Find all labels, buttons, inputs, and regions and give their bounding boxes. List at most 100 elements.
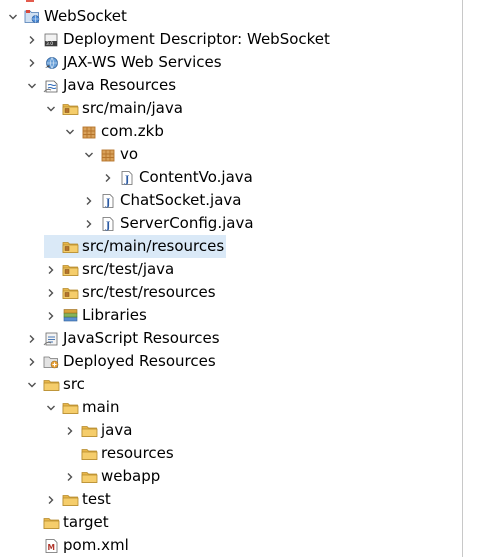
tree-item-label: test <box>82 490 111 508</box>
expand-chevron-icon[interactable] <box>44 281 58 304</box>
tree-item-deployment-descriptor[interactable]: 3.0 Deployment Descriptor: WebSocket <box>25 28 332 51</box>
collapse-chevron-icon[interactable] <box>6 5 20 28</box>
clipped-previous-row <box>26 0 34 2</box>
tree-item-label: java <box>101 421 133 439</box>
source-folder-icon <box>62 262 79 278</box>
folder-icon <box>43 515 60 531</box>
web-project-icon <box>24 9 41 25</box>
collapse-chevron-icon[interactable] <box>44 97 58 120</box>
tree-item-deployed-resources[interactable]: Deployed Resources <box>25 350 218 373</box>
tree-item-label: ChatSocket.java <box>120 191 242 209</box>
tree-item-src-main-resources[interactable]: src/main/resources <box>44 235 227 258</box>
source-folder-icon <box>62 101 79 117</box>
tree-item-label: com.zkb <box>101 122 164 140</box>
deployment-descriptor-icon: 3.0 <box>43 32 60 48</box>
expand-chevron-icon[interactable] <box>82 212 96 235</box>
tree-item-label: src <box>63 375 85 393</box>
tree-item-label: main <box>82 398 120 416</box>
tree-item-pom-xml[interactable]: Mpom.xml <box>25 534 131 557</box>
tree-item-chatsocket-java[interactable]: J ChatSocket.java <box>82 189 243 212</box>
package-icon <box>100 147 117 163</box>
svg-text:J: J <box>105 198 110 208</box>
tree-item-src-test-resources[interactable]: src/test/resources <box>44 281 218 304</box>
source-folder-icon <box>62 285 79 301</box>
expand-chevron-icon[interactable] <box>25 28 39 51</box>
tree-item-contentvo-java[interactable]: J ContentVo.java <box>101 166 255 189</box>
tree-item-serverconfig-java[interactable]: J ServerConfig.java <box>82 212 256 235</box>
expand-chevron-icon[interactable] <box>44 258 58 281</box>
tree-item-label: ServerConfig.java <box>120 214 254 232</box>
collapse-chevron-icon[interactable] <box>44 396 58 419</box>
java-resources-icon <box>43 78 60 94</box>
folder-icon <box>81 469 98 485</box>
svg-text:M: M <box>48 543 55 552</box>
tree-item-label: src/test/resources <box>82 283 216 301</box>
tree-item-label: Java Resources <box>63 76 177 94</box>
folder-icon <box>62 400 79 416</box>
tree-item-label: vo <box>120 145 139 163</box>
expand-chevron-icon[interactable] <box>25 350 39 373</box>
web-services-icon <box>43 55 60 71</box>
vertical-divider <box>462 0 463 557</box>
tree-item-test[interactable]: test <box>44 488 113 511</box>
expand-chevron-icon[interactable] <box>25 327 39 350</box>
java-file-icon: J <box>100 216 117 232</box>
expand-chevron-icon[interactable] <box>82 189 96 212</box>
java-file-icon: J <box>119 170 136 186</box>
tree-item-resources[interactable]: resources <box>63 442 176 465</box>
tree-item-label: src/main/java <box>82 99 183 117</box>
tree-item-label: webapp <box>101 467 161 485</box>
tree-item-websocket[interactable]: WebSocket <box>6 5 129 28</box>
tree-item-label: JavaScript Resources <box>63 329 220 347</box>
javascript-resources-icon <box>43 331 60 347</box>
libraries-icon <box>62 308 79 324</box>
svg-text:J: J <box>105 221 110 231</box>
svg-text:3.0: 3.0 <box>46 41 53 47</box>
expand-chevron-icon[interactable] <box>63 465 77 488</box>
tree-item-webapp[interactable]: webapp <box>63 465 162 488</box>
tree-item-label: src/main/resources <box>82 237 225 255</box>
expand-chevron-icon[interactable] <box>44 488 58 511</box>
folder-icon <box>43 377 60 393</box>
expand-chevron-icon[interactable] <box>101 166 115 189</box>
tree-item-label: target <box>63 513 109 531</box>
package-icon <box>81 124 98 140</box>
tree-item-label: pom.xml <box>63 536 129 554</box>
source-folder-icon <box>62 239 79 255</box>
tree-item-jax-ws-web-services[interactable]: JAX-WS Web Services <box>25 51 224 74</box>
collapse-chevron-icon[interactable] <box>25 373 39 396</box>
tree-item-label: ContentVo.java <box>139 168 253 186</box>
java-file-icon: J <box>100 193 117 209</box>
tree-item-javascript-resources[interactable]: JavaScript Resources <box>25 327 222 350</box>
tree-item-src[interactable]: src <box>25 373 87 396</box>
tree-item-main[interactable]: main <box>44 396 121 419</box>
project-explorer-tree: WebSocket 3.0 Deployment Descriptor: WebSo… <box>0 0 462 557</box>
tree-item-src-main-java[interactable]: src/main/java <box>44 97 185 120</box>
tree-item-libraries[interactable]: Libraries <box>44 304 149 327</box>
tree-item-java[interactable]: java <box>63 419 134 442</box>
tree-item-label: Libraries <box>82 306 147 324</box>
folder-icon <box>62 492 79 508</box>
collapse-chevron-icon[interactable] <box>25 74 39 97</box>
deployed-resources-icon <box>43 354 60 370</box>
tree-item-label: Deployed Resources <box>63 352 216 370</box>
tree-item-vo[interactable]: vo <box>82 143 140 166</box>
tree-item-java-resources[interactable]: Java Resources <box>25 74 178 97</box>
tree-item-target[interactable]: target <box>25 511 111 534</box>
expand-chevron-icon[interactable] <box>25 51 39 74</box>
tree-item-label: resources <box>101 444 174 462</box>
expand-chevron-icon[interactable] <box>44 304 58 327</box>
collapse-chevron-icon[interactable] <box>82 143 96 166</box>
collapse-chevron-icon[interactable] <box>63 120 77 143</box>
folder-icon <box>81 423 98 439</box>
folder-icon <box>81 446 98 462</box>
tree-item-src-test-java[interactable]: src/test/java <box>44 258 176 281</box>
svg-text:J: J <box>124 175 129 185</box>
tree-item-label: src/test/java <box>82 260 175 278</box>
tree-item-label: WebSocket <box>44 7 127 25</box>
tree-item-com-zkb[interactable]: com.zkb <box>63 120 166 143</box>
expand-chevron-icon[interactable] <box>63 419 77 442</box>
